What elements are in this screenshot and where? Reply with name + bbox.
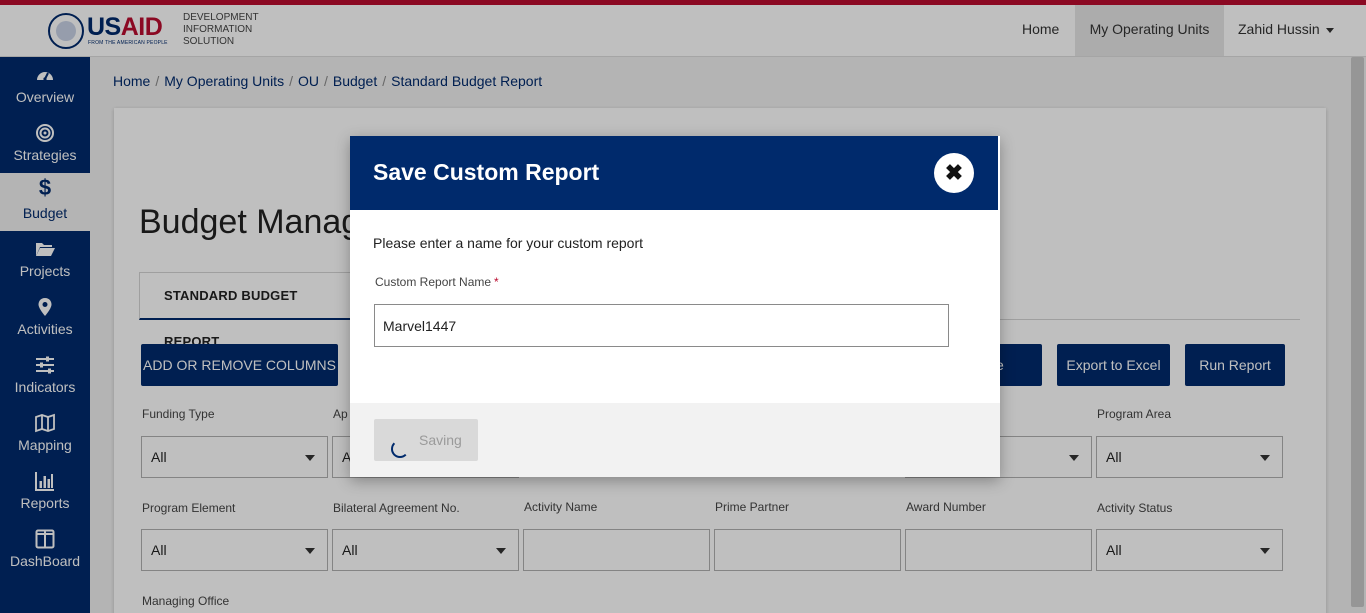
dialog-title: Save Custom Report [373,159,600,185]
dialog-prompt: Please enter a name for your custom repo… [373,235,644,251]
saving-label: Saving [419,432,462,448]
saving-button[interactable]: Saving [374,419,478,461]
custom-report-name-input[interactable] [374,304,949,347]
loading-spinner-icon [391,440,409,458]
field-label-text: Custom Report Name [375,275,492,289]
dialog-header: Save Custom Report ✖ [350,136,998,210]
custom-report-name-label: Custom Report Name * [375,275,499,289]
required-asterisk: * [494,275,499,289]
dialog-footer: Saving [350,403,1000,477]
close-icon[interactable]: ✖ [934,153,974,193]
save-custom-report-dialog: Save Custom Report ✖ Please enter a name… [350,136,1000,477]
